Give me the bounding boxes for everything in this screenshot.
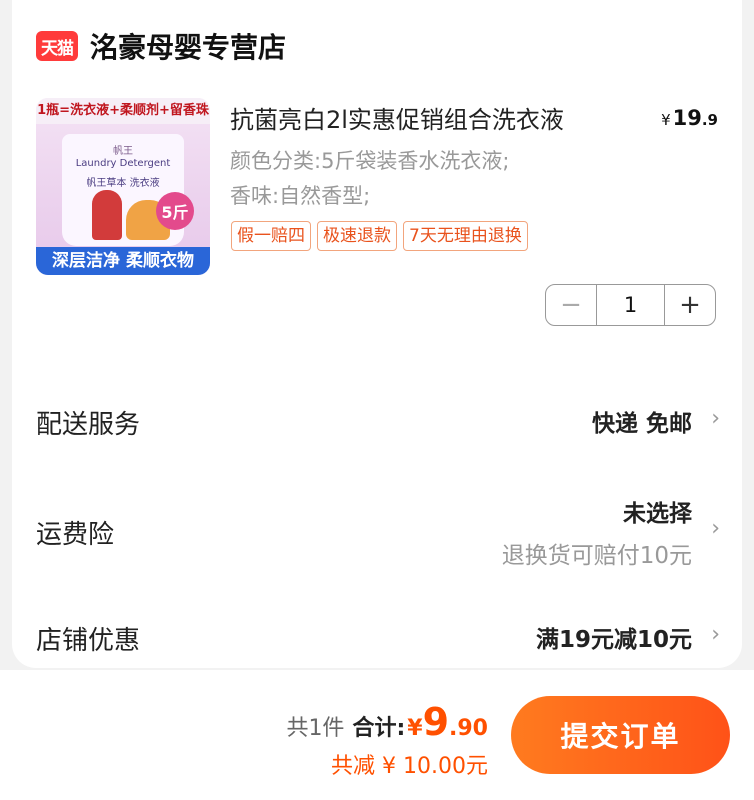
chevron-right-icon: › <box>711 516 720 541</box>
total-discount: 共减 ¥ 10.00元 <box>331 754 488 779</box>
shipping-insurance-sub: 退换货可赔付10元 <box>501 543 692 569</box>
tmall-badge-icon: 天猫 <box>36 31 78 61</box>
delivery-value: 快递 免邮 <box>591 411 692 437</box>
product-thumbnail[interactable]: 1瓶=洗衣液+柔顺剂+留香珠 帆王 Laundry Detergent 帆王草本… <box>36 98 210 275</box>
product-spec-scent[interactable]: 香味:自然香型; <box>230 180 370 210</box>
shipping-insurance-value: 未选择 <box>623 501 692 527</box>
price-currency: ¥ <box>661 111 671 129</box>
tag-fake-compensation: 假一赔四 <box>231 221 311 251</box>
thumbnail-bottom-text: 深层洁净 柔顺衣物 <box>36 247 210 275</box>
quantity-stepper[interactable]: − 1 + <box>545 284 716 326</box>
shop-header[interactable]: 天猫 洺豪母婴专营店 <box>36 26 286 66</box>
bag-brand-text: 帆王 <box>113 146 133 157</box>
store-coupon-value: 满19元减10元 <box>535 627 692 653</box>
order-total: 共1件 合计:¥9.90 <box>286 700 488 744</box>
order-card: 天猫 洺豪母婴专营店 1瓶=洗衣液+柔顺剂+留香珠 帆王 Laundry Det… <box>12 0 742 668</box>
detergent-bag-image: 帆王 Laundry Detergent 帆王草本 洗衣液 <box>62 134 184 246</box>
delivery-label: 配送服务 <box>36 410 141 440</box>
submit-order-button[interactable]: 提交订单 <box>511 696 730 774</box>
shop-name[interactable]: 洺豪母婴专营店 <box>90 26 286 66</box>
service-tags: 假一赔四 极速退款 7天无理由退换 <box>231 221 528 251</box>
tag-fast-refund: 极速退款 <box>317 221 397 251</box>
increase-quantity-button[interactable]: + <box>664 285 715 325</box>
bag-person-figure <box>92 190 122 240</box>
item-count: 共1件 <box>286 716 345 741</box>
store-coupon-label: 店铺优惠 <box>36 626 141 656</box>
thumbnail-top-text: 1瓶=洗衣液+柔顺剂+留香珠 <box>36 98 210 124</box>
bag-english-text: Laundry Detergent <box>75 158 171 169</box>
product-price: ¥19.9 <box>661 106 718 130</box>
total-integer: 9 <box>422 700 450 744</box>
product-spec-color[interactable]: 颜色分类:5斤袋装香水洗衣液; <box>230 145 510 175</box>
total-currency: ¥ <box>407 716 423 741</box>
total-label: 合计: <box>352 716 406 741</box>
checkout-footer: 共1件 合计:¥9.90 共减 ¥ 10.00元 提交订单 <box>0 670 754 800</box>
chevron-right-icon: › <box>711 622 720 647</box>
product-title[interactable]: 抗菌亮白2l实惠促销组合洗衣液 <box>230 100 564 135</box>
total-decimal: .90 <box>449 716 488 741</box>
quantity-value[interactable]: 1 <box>597 285 664 325</box>
chevron-right-icon: › <box>711 406 720 431</box>
weight-badge: 5斤 <box>156 192 194 230</box>
tag-7day-return: 7天无理由退换 <box>403 221 528 251</box>
bag-chinese-text: 帆王草本 洗衣液 <box>86 178 160 189</box>
shipping-insurance-label: 运费险 <box>36 520 115 550</box>
price-integer: 19 <box>672 106 702 130</box>
decrease-quantity-button[interactable]: − <box>546 285 597 325</box>
price-decimal: .9 <box>701 111 718 129</box>
